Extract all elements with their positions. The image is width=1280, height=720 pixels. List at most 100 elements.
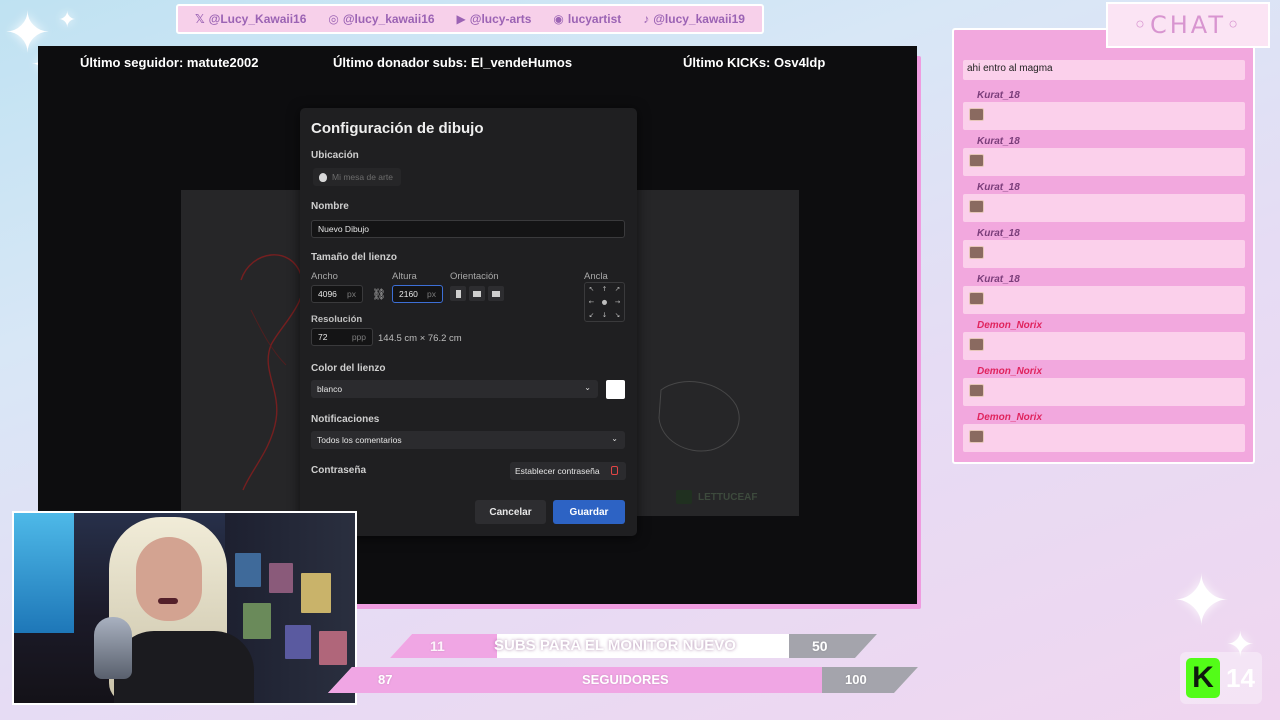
subs-goal-target-block — [789, 634, 877, 658]
sparkle-decoration: ✦ — [58, 8, 77, 33]
anchor-w-icon[interactable]: ← — [585, 296, 598, 309]
wall-poster — [243, 603, 271, 639]
instagram-icon: ◎ — [328, 12, 339, 26]
chat-message-row — [963, 286, 1245, 314]
chat-emote-icon — [969, 292, 984, 305]
social-item-x[interactable]: 𝕏 @Lucy_Kawaii16 — [195, 12, 306, 26]
password-label: Contraseña — [311, 465, 367, 476]
streamer-face — [136, 537, 202, 621]
landscape-button[interactable] — [469, 286, 485, 301]
social-handle: @lucy-arts — [469, 12, 532, 26]
chevron-down-icon: ⌄ — [584, 383, 591, 392]
streamer-mouth — [158, 598, 178, 604]
wall-poster — [269, 563, 293, 593]
chat-username[interactable]: Demon_Norix — [977, 320, 1042, 331]
chat-emote-icon — [969, 108, 984, 121]
custom-orientation-icon — [492, 290, 500, 297]
canvas-color-swatch[interactable] — [606, 380, 625, 399]
subs-goal-label: SUBS PARA EL MONITOR NUEVO — [494, 637, 736, 654]
notifications-label: Notificaciones — [311, 414, 380, 425]
drawing-settings-dialog: Configuración de dibujo Ubicación Mi mes… — [300, 108, 637, 536]
chat-username[interactable]: Kurat_18 — [977, 274, 1020, 285]
link-dimensions-icon[interactable]: ⛓ — [372, 288, 386, 301]
anchor-n-icon[interactable]: ↑ — [598, 283, 611, 296]
chevron-down-icon: ⌄ — [611, 434, 618, 443]
chat-username[interactable]: Kurat_18 — [977, 228, 1020, 239]
custom-orientation-button[interactable] — [488, 286, 504, 301]
sparkle-decoration: ✦ — [1172, 560, 1231, 642]
kick-logo-icon: K — [1186, 658, 1220, 698]
chat-title: ◦CHAT◦ — [1106, 2, 1270, 48]
chat-message-row — [963, 148, 1245, 176]
chat-username[interactable]: Kurat_18 — [977, 90, 1020, 101]
canvas-color-value: blanco — [317, 384, 343, 394]
followers-goal-target-block — [822, 667, 918, 693]
canvas-color-select[interactable]: blanco ⌄ — [311, 380, 598, 398]
wall-poster — [235, 553, 261, 587]
social-item-tiktok[interactable]: ♪ @lucy_kawaii19 — [643, 12, 745, 26]
social-item-discord[interactable]: ◉ lucyartist — [553, 12, 621, 26]
followers-goal-target: 100 — [845, 672, 867, 687]
chat-message-text: ahi entro al magma — [967, 63, 1053, 74]
height-label: Altura — [392, 271, 417, 282]
chat-emote-icon — [969, 384, 984, 397]
last-donor-label: Último donador subs: El_vendeHumos — [333, 55, 573, 70]
webcam-overlay — [12, 511, 357, 705]
save-button[interactable]: Guardar — [553, 500, 625, 524]
location-label: Ubicación — [311, 150, 359, 161]
subs-goal-target: 50 — [812, 638, 828, 654]
landscape-icon — [473, 290, 481, 297]
portrait-button[interactable] — [450, 286, 466, 301]
streamer-body — [114, 631, 254, 703]
followers-goal-current: 87 — [378, 672, 393, 687]
tiktok-icon: ♪ — [643, 12, 650, 26]
location-chip[interactable]: Mi mesa de arte — [313, 168, 401, 186]
kick-sub-count: 14 — [1226, 662, 1255, 693]
anchor-label: Ancla — [584, 271, 608, 282]
width-label: Ancho — [311, 271, 338, 282]
chat-username[interactable]: Demon_Norix — [977, 366, 1042, 377]
anchor-e-icon[interactable]: → — [611, 296, 624, 309]
notifications-value: Todos los comentarios — [317, 435, 402, 445]
chat-username[interactable]: Kurat_18 — [977, 182, 1020, 193]
last-follower-label: Último seguidor: matute2002 — [80, 55, 259, 70]
anchor-s-icon[interactable]: ↓ — [598, 308, 611, 321]
height-input[interactable]: 2160 px — [392, 285, 443, 303]
anchor-ne-icon[interactable]: ↗ — [611, 283, 624, 296]
name-label: Nombre — [311, 201, 349, 212]
chat-emote-icon — [969, 246, 984, 259]
social-handle: @Lucy_Kawaii16 — [208, 12, 307, 26]
name-input[interactable]: Nuevo Dibujo — [311, 220, 625, 238]
chat-username[interactable]: Kurat_18 — [977, 136, 1020, 147]
social-item-instagram[interactable]: ◎ @lucy_kawaii16 — [328, 12, 434, 26]
chat-username[interactable]: Demon_Norix — [977, 412, 1042, 423]
portrait-icon — [455, 289, 461, 298]
notifications-select[interactable]: Todos los comentarios ⌄ — [311, 431, 625, 449]
chat-emote-icon — [969, 430, 984, 443]
width-input-value: 4096 — [318, 289, 337, 299]
anchor-center-icon[interactable]: ● — [598, 296, 611, 309]
orientation-buttons — [450, 286, 504, 301]
width-input[interactable]: 4096 px — [311, 285, 363, 303]
anchor-se-icon[interactable]: ↘ — [611, 308, 624, 321]
print-size-text: 144.5 cm × 76.2 cm — [378, 333, 462, 344]
social-links-bar: 𝕏 @Lucy_Kawaii16 ◎ @lucy_kawaii16 ▶ @luc… — [176, 4, 764, 34]
width-unit: px — [347, 289, 356, 299]
chat-message-row — [963, 424, 1245, 452]
social-handle: lucyartist — [567, 12, 622, 26]
wall-poster — [285, 625, 311, 659]
chat-emote-icon — [969, 154, 984, 167]
last-kicks-label: Último KICKs: Osv4ldp — [683, 55, 826, 70]
youtube-icon: ▶ — [456, 12, 466, 26]
set-password-button[interactable]: Establecer contraseña — [510, 462, 626, 480]
anchor-nw-icon[interactable]: ↖ — [585, 283, 598, 296]
anchor-grid[interactable]: ↖ ↑ ↗ ← ● → ↙ ↓ ↘ — [584, 282, 625, 322]
social-item-youtube[interactable]: ▶ @lucy-arts — [457, 12, 532, 26]
resolution-input[interactable]: 72 ppp — [311, 328, 373, 346]
orientation-label: Orientación — [450, 271, 499, 282]
cancel-button[interactable]: Cancelar — [475, 500, 546, 524]
dialog-title: Configuración de dibujo — [311, 120, 484, 137]
webcam-window-background — [14, 513, 74, 633]
anchor-sw-icon[interactable]: ↙ — [585, 308, 598, 321]
resolution-input-value: 72 — [318, 332, 328, 342]
